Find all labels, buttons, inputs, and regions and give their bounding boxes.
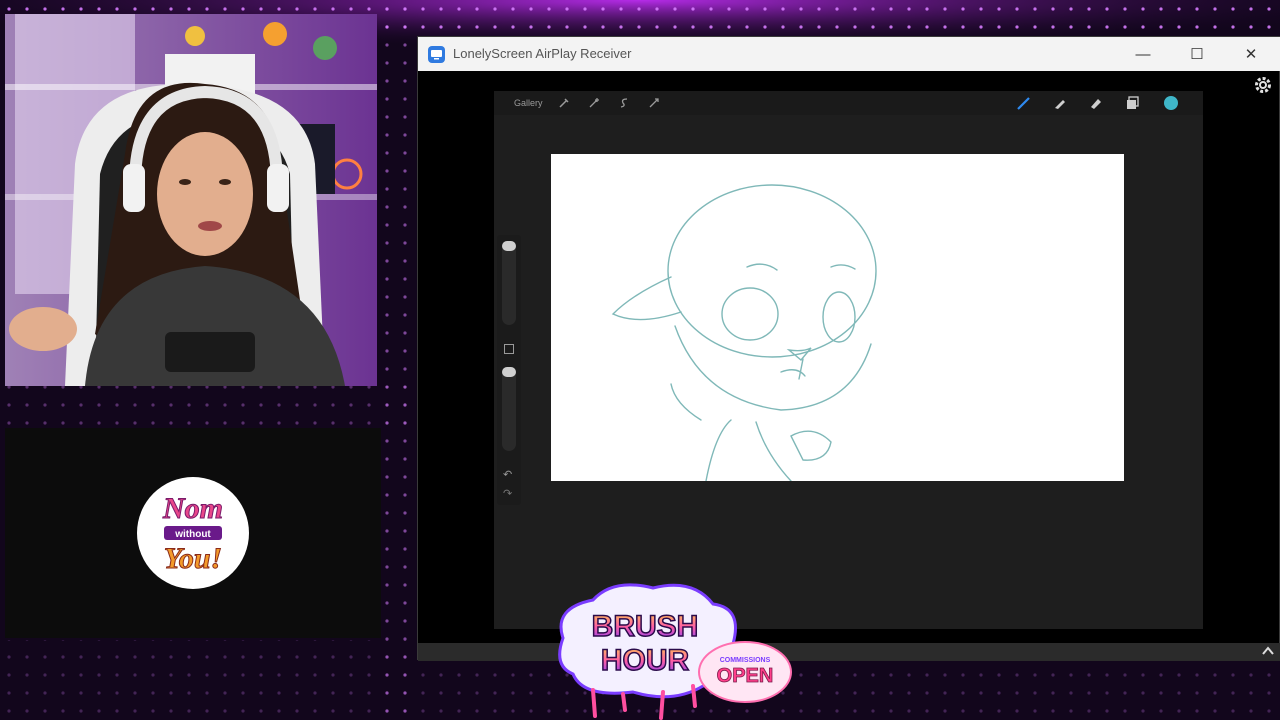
eraser-icon[interactable]: [1087, 94, 1105, 112]
brush-size-slider[interactable]: [502, 241, 516, 325]
procreate-app: Gallery ↶ ↷: [494, 91, 1203, 629]
svg-text:HOUR: HOUR: [601, 644, 690, 677]
nom-without-you-logo: Nom without You!: [137, 477, 249, 589]
drawing-canvas[interactable]: [551, 154, 1124, 481]
svg-text:COMMISSIONS: COMMISSIONS: [720, 657, 771, 664]
svg-text:BRUSH: BRUSH: [592, 610, 699, 643]
modify-button[interactable]: [504, 344, 514, 354]
minimize-button[interactable]: —: [1116, 37, 1170, 71]
undo-button[interactable]: ↶: [503, 468, 512, 481]
scroll-up-icon[interactable]: [1260, 643, 1276, 659]
smudge-icon[interactable]: [1051, 94, 1069, 112]
wrench-icon[interactable]: [557, 96, 571, 110]
maximize-button[interactable]: ☐: [1170, 37, 1224, 71]
svg-text:OPEN: OPEN: [717, 665, 774, 687]
title-bar[interactable]: LonelyScreen AirPlay Receiver — ☐ ✕: [418, 37, 1280, 71]
opacity-slider[interactable]: [502, 367, 516, 451]
gallery-button[interactable]: Gallery: [514, 98, 543, 108]
svg-text:without: without: [174, 529, 211, 540]
layers-icon[interactable]: [1123, 94, 1141, 112]
close-button[interactable]: ✕: [1224, 37, 1278, 71]
settings-icon[interactable]: [1253, 75, 1273, 95]
app-icon: [428, 46, 445, 63]
logo-panel: Nom without You!: [5, 428, 381, 638]
magic-wand-icon[interactable]: [587, 96, 601, 110]
procreate-sidebar: ↶ ↷: [497, 235, 521, 505]
transform-icon[interactable]: [647, 96, 661, 110]
brush-icon[interactable]: [1015, 94, 1033, 112]
redo-button[interactable]: ↷: [503, 487, 512, 500]
svg-text:You!: You!: [164, 542, 222, 575]
window-title: LonelyScreen AirPlay Receiver: [453, 46, 632, 61]
selection-icon[interactable]: [617, 96, 631, 110]
webcam-feed: [5, 14, 377, 386]
svg-text:Nom: Nom: [162, 492, 223, 525]
airplay-receiver-window[interactable]: LonelyScreen AirPlay Receiver — ☐ ✕ Gall…: [417, 36, 1280, 661]
procreate-toolbar: Gallery: [494, 91, 1203, 115]
brush-hour-logo: BRUSH HOUR COMMISSIONS OPEN: [558, 583, 792, 720]
color-swatch[interactable]: [1164, 96, 1178, 110]
window-bottom-bar: [418, 643, 1280, 661]
